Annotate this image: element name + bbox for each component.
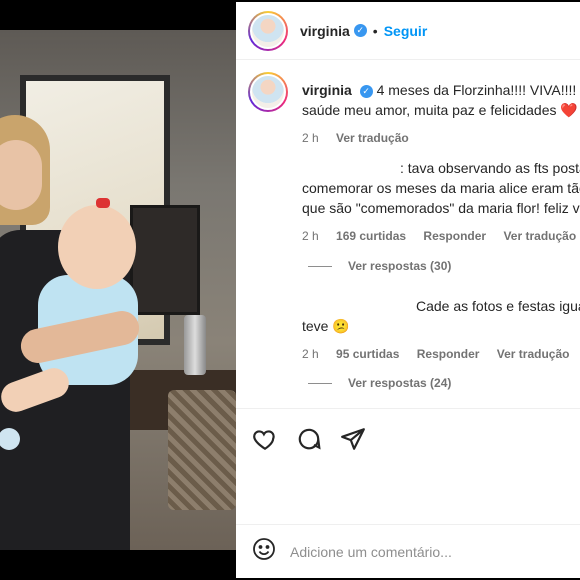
photo-thermos: [184, 315, 206, 375]
comment-2-meta: 2 h 95 curtidas Responder Ver tradução: [302, 344, 580, 364]
comment-1-likes[interactable]: 169 curtidas: [336, 229, 406, 243]
comment-1-time: 2 h: [302, 229, 319, 243]
comment-2-line-2: teve 😕: [302, 318, 350, 334]
comment-icon[interactable]: [296, 426, 322, 452]
photo-chair: [168, 390, 236, 510]
comment-1-line-3: que são "comemorados" da maria flor! fel…: [302, 200, 580, 216]
caption-avatar[interactable]: [248, 72, 288, 112]
post-actions: [236, 408, 580, 468]
post-side-panel: virginia ✓ • Seguir virginia ✓ 4 meses d…: [236, 2, 580, 578]
emoji-icon[interactable]: [252, 537, 276, 566]
add-comment-bar: Adicione um comentário...: [236, 524, 580, 578]
comment-1-translate-link[interactable]: Ver tradução: [503, 229, 576, 243]
verified-badge-icon: ✓: [353, 24, 367, 37]
heart-emoji-icon: ❤️: [560, 102, 578, 118]
photo-woman-face: [0, 140, 42, 210]
share-icon[interactable]: [340, 426, 366, 452]
post-photo[interactable]: [0, 30, 236, 550]
comment-2-reply-button[interactable]: Responder: [417, 347, 480, 361]
caption-translate-link[interactable]: Ver tradução: [336, 131, 409, 145]
comment-1-line-2: comemorar os meses da maria alice eram t…: [302, 180, 580, 196]
comment-2-time: 2 h: [302, 347, 319, 361]
replies-divider: [308, 265, 332, 267]
separator-dot: •: [372, 22, 378, 39]
comment-2-line-1: Cade as fotos e festas igua: [416, 298, 580, 314]
comment-1-view-replies-label: Ver respostas (30): [348, 259, 452, 273]
heart-icon[interactable]: [252, 426, 278, 452]
verified-badge-icon: ✓: [359, 84, 373, 98]
caption-line-1: 4 meses da Florzinha!!!! VIVA!!!! Qu: [376, 82, 580, 98]
caption-text: virginia ✓ 4 meses da Florzinha!!!! VIVA…: [302, 80, 580, 148]
comment-2-likes[interactable]: 95 curtidas: [336, 347, 399, 361]
caption-meta: 2 h Ver tradução: [302, 128, 580, 148]
comment-input[interactable]: Adicione um comentário...: [290, 544, 452, 560]
comment-2-view-replies[interactable]: Ver respostas (24): [308, 376, 451, 390]
avatar-image: [250, 12, 286, 49]
comment-2-translate-link[interactable]: Ver tradução: [497, 347, 570, 361]
caption-username[interactable]: virginia: [302, 82, 352, 98]
comment-1-view-replies[interactable]: Ver respostas (30): [308, 259, 451, 273]
comment-1-reply-button[interactable]: Responder: [423, 229, 486, 243]
follow-button[interactable]: Seguir: [384, 23, 428, 39]
post-header: virginia ✓ • Seguir: [236, 2, 580, 60]
comment-1-line-1: : tava observando as fts posta: [400, 160, 580, 176]
comment-2-view-replies-label: Ver respostas (24): [348, 376, 452, 390]
comment-1: : tava observando as fts posta comemorar…: [302, 158, 580, 246]
author-avatar[interactable]: [248, 10, 288, 51]
caption-line-2: saúde meu amor, muita paz e felicidades: [302, 102, 557, 118]
photo-baby-head: [58, 205, 136, 289]
avatar-image: [250, 74, 286, 110]
caption-time: 2 h: [302, 131, 319, 145]
comment-1-meta: 2 h 169 curtidas Responder Ver tradução: [302, 226, 580, 246]
author-username[interactable]: virginia: [300, 23, 350, 39]
replies-divider: [308, 382, 332, 384]
photo-baby-bow: [96, 198, 110, 208]
comment-2: Cade as fotos e festas igua teve 😕 2 h 9…: [302, 296, 580, 364]
photo-wall-art: [130, 205, 200, 315]
